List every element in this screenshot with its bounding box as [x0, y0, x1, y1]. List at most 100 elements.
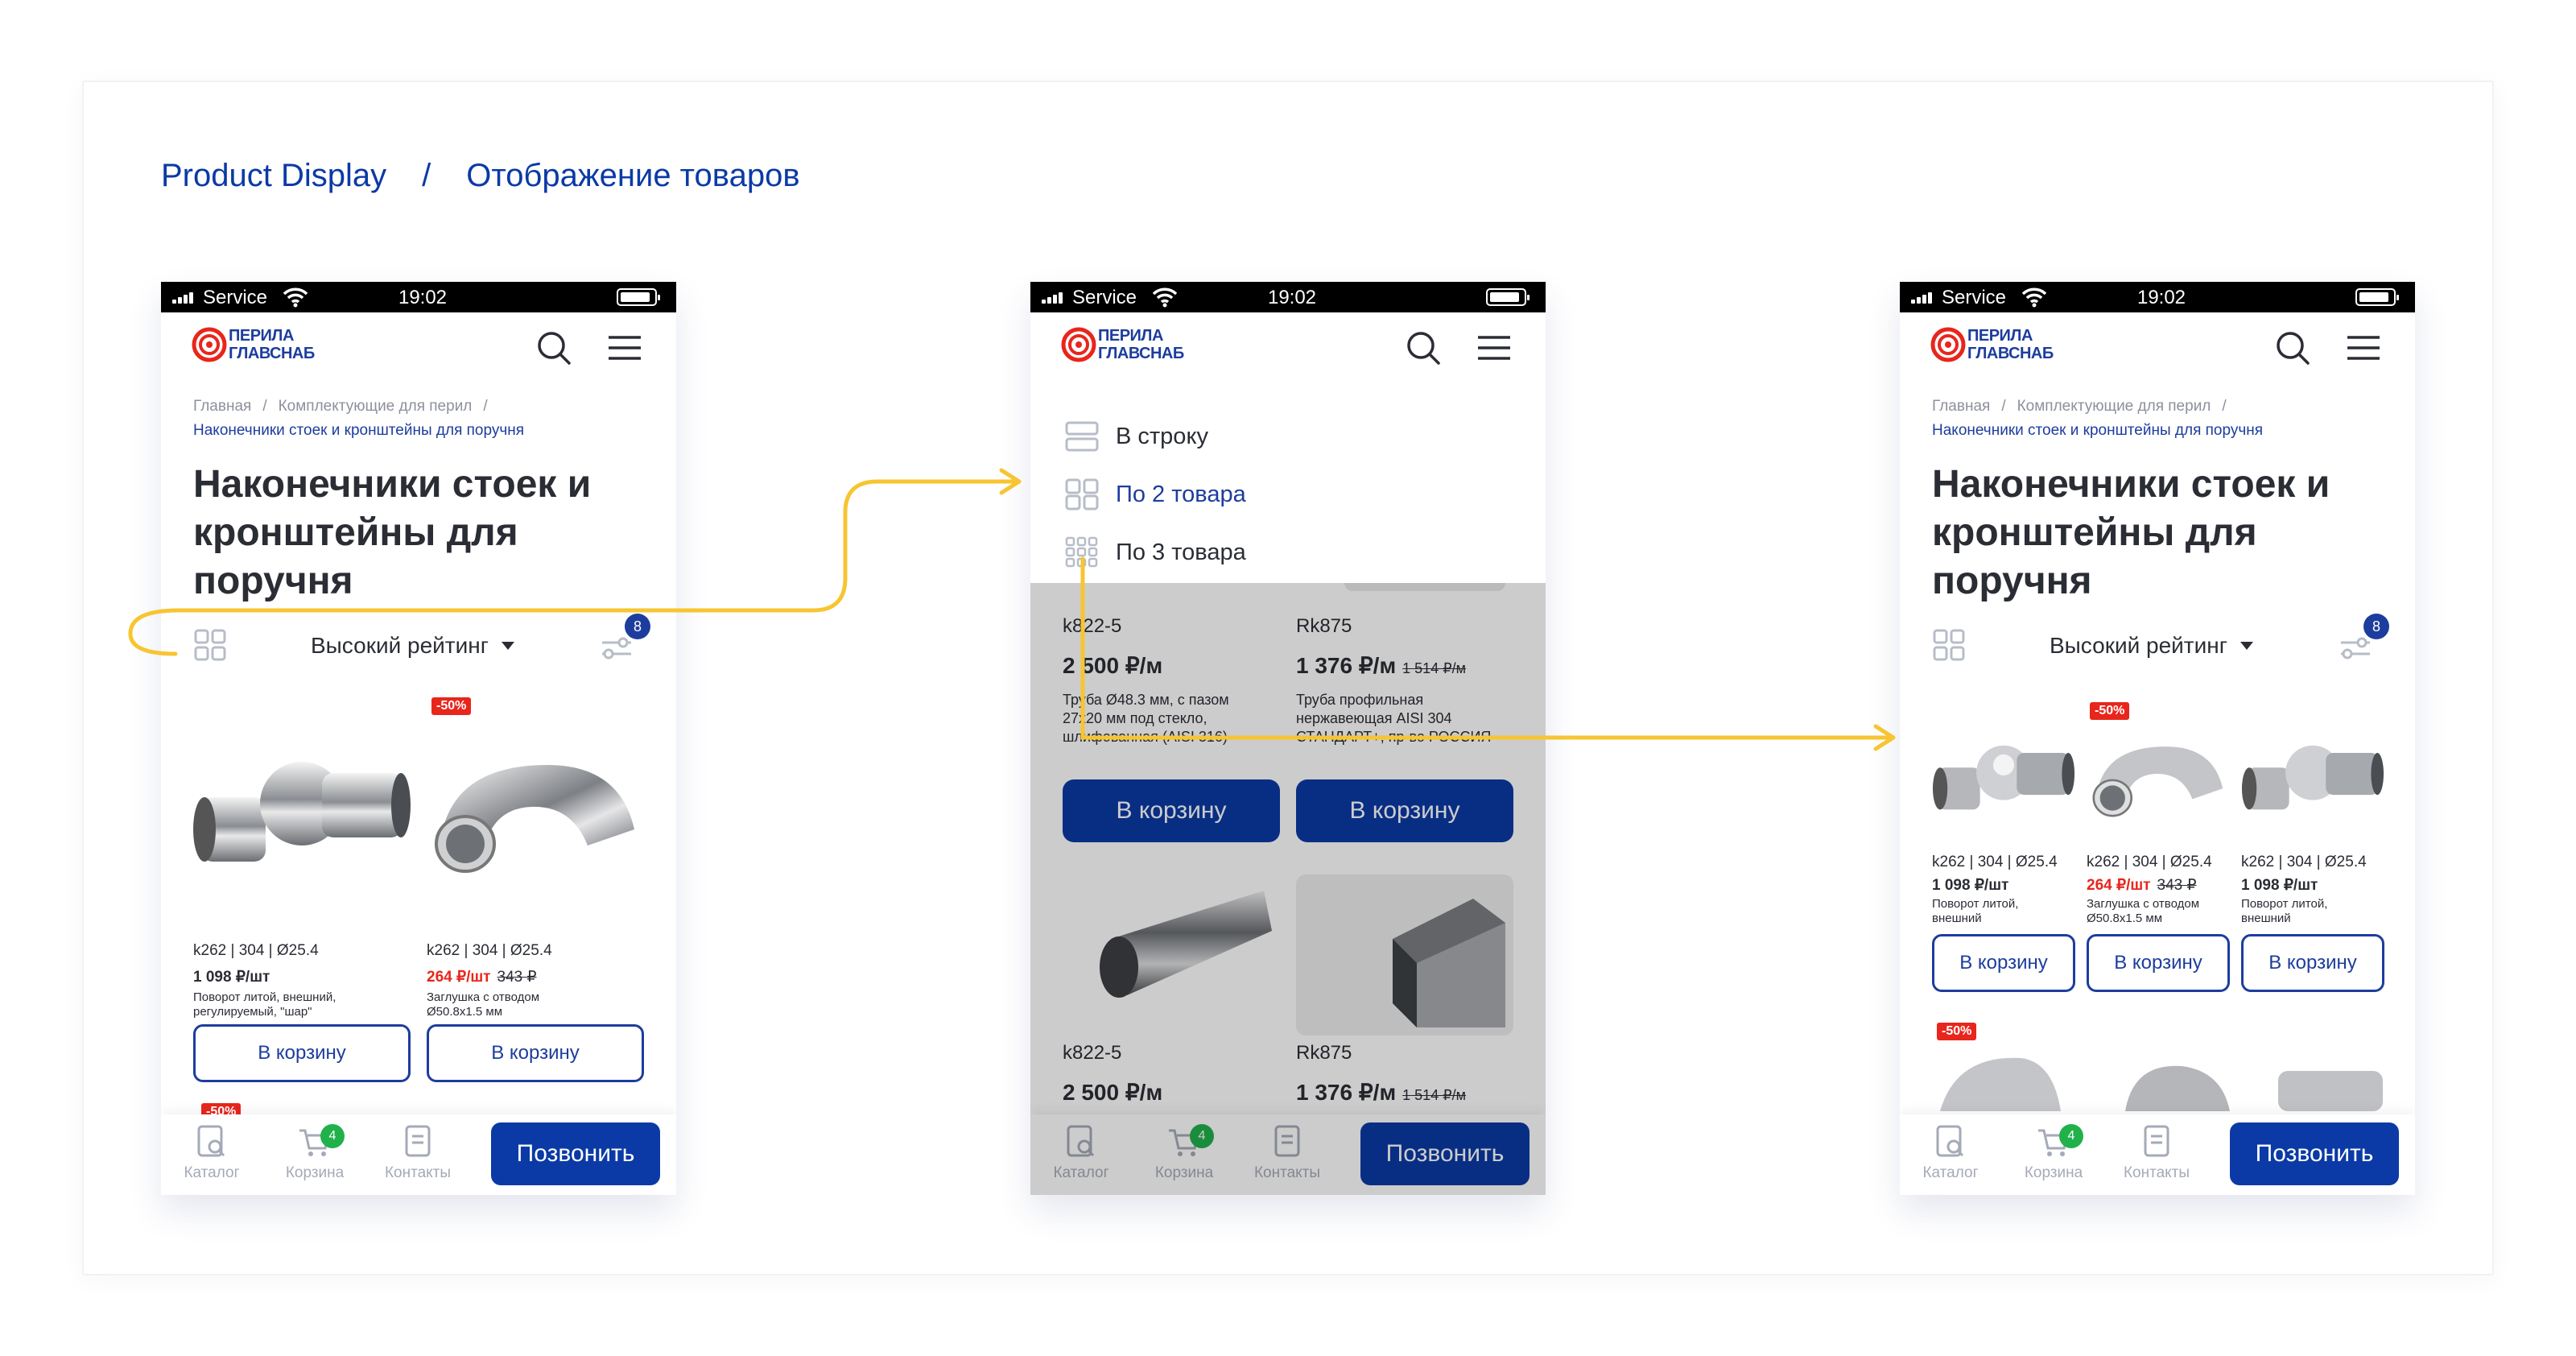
product-sku: k262 | 304 | Ø25.4: [2241, 854, 2367, 870]
product-description: Поворот литой, внешний, регулируемый, "ш…: [193, 990, 336, 1019]
product-description: Заглушка с отводом Ø50.8х1.5 мм: [427, 990, 540, 1019]
bottom-nav: Каталог Корзина 4 Контакты Позвонить: [1900, 1114, 2415, 1195]
search-icon[interactable]: [1404, 329, 1443, 367]
product-image: [1932, 745, 2075, 810]
logo-spiral-icon: [192, 327, 227, 362]
cart-count-badge: 4: [320, 1124, 345, 1148]
sort-dropdown[interactable]: Высокий рейтинг: [2050, 633, 2253, 659]
menu-icon[interactable]: [1475, 329, 1513, 367]
breadcrumb: Product Display / Отображение товаров: [161, 158, 800, 194]
product-card[interactable]: k262 | 304 | Ø25.4 1 098 ₽/шт Поворот ли…: [2241, 715, 2384, 992]
battery-icon: [617, 288, 660, 306]
add-to-cart-button[interactable]: В корзину: [193, 1024, 411, 1082]
logo-text: ГЛАВСНАБ: [1967, 345, 2054, 362]
nav-catalog[interactable]: Каталог: [1914, 1124, 1987, 1189]
product-card[interactable]: -50% k262 | 304 | Ø25.4 264 ₽/шт 343 ₽ За…: [427, 697, 644, 1082]
nav-catalog[interactable]: Каталог: [175, 1124, 248, 1189]
contacts-icon: [2144, 1125, 2169, 1157]
nav-label: Каталог: [1922, 1164, 1979, 1181]
product-description: Поворот литой, внешний: [2241, 897, 2328, 925]
nav-contacts[interactable]: Контакты: [2120, 1124, 2193, 1189]
breadcrumb-en[interactable]: Product Display: [161, 158, 386, 194]
call-button[interactable]: Позвонить: [491, 1122, 660, 1185]
product-image: [2092, 746, 2223, 817]
product-price: 1 098 ₽/шт: [193, 969, 270, 986]
status-bar: Service 19:02: [161, 282, 676, 312]
carrier-label: Service: [203, 287, 268, 308]
product-images-row: [1940, 1057, 2383, 1111]
product-sku: k262 | 304 | Ø25.4: [2087, 854, 2212, 870]
signal-icon: [1911, 292, 1932, 304]
logo[interactable]: ПЕРИЛА ГЛАВСНАБ: [1930, 324, 2054, 369]
view-option-label: По 3 товара: [1116, 540, 1246, 565]
carrier-label: Service: [1942, 287, 2007, 308]
add-to-cart-button[interactable]: В корзину: [2241, 934, 2384, 992]
wifi-icon: [283, 287, 308, 308]
bottom-nav: Каталог Корзина 4 Контакты Позвонить: [161, 1114, 676, 1195]
phone-screen-default: Service 19:02 ПЕРИЛА ГЛАВСНАБ Главная / Ко…: [161, 282, 676, 1195]
catalog-icon: [197, 1125, 225, 1157]
old-price: 343 ₽: [2157, 877, 2197, 894]
phone-screen-view-menu: Service 19:02 ПЕРИЛА ГЛАВСНАБ k822-5 2 5…: [1030, 282, 1546, 1195]
add-to-cart-button[interactable]: В корзину: [1932, 934, 2075, 992]
crumb-current: Наконечники стоек и кронштейны для поруч…: [193, 422, 525, 439]
sale-badge: -50%: [2090, 702, 2130, 720]
menu-icon[interactable]: [605, 329, 644, 367]
phone-screen-three-columns: Service 19:02 ПЕРИЛА ГЛАВСНАБ Главная / Ко…: [1900, 282, 2415, 1195]
view-option-label: В строку: [1116, 424, 1208, 449]
cart-count-badge: 4: [2059, 1124, 2083, 1148]
nav-contacts[interactable]: Контакты: [382, 1124, 454, 1189]
view-grid-icon[interactable]: [1932, 628, 1966, 662]
signal-icon: [1042, 292, 1063, 304]
list-toolbar: Высокий рейтинг 8: [161, 614, 676, 668]
nav-label: Контакты: [2123, 1164, 2190, 1181]
status-bar: Service 19:02: [1030, 282, 1546, 312]
breadcrumb-separator: /: [422, 158, 431, 193]
logo-text: ГЛАВСНАБ: [1098, 345, 1184, 362]
logo[interactable]: ПЕРИЛА ГЛАВСНАБ: [192, 324, 315, 369]
logo-spiral-icon: [1061, 327, 1096, 362]
product-card[interactable]: k262 | 304 | Ø25.4 1 098 ₽/шт Поворот ли…: [193, 709, 411, 1082]
crumb-sep: /: [483, 398, 488, 415]
product-description: Заглушка с отводом Ø50.8х1.5 мм: [2087, 897, 2200, 925]
page-breadcrumb: Главная / Комплектующие для перил /: [193, 398, 499, 415]
list-toolbar: Высокий рейтинг 8: [1900, 614, 2415, 668]
signal-icon: [172, 292, 193, 304]
search-icon[interactable]: [2273, 329, 2312, 367]
nav-label: Корзина: [285, 1164, 345, 1181]
nav-cart[interactable]: Корзина 4: [279, 1124, 351, 1189]
call-button[interactable]: Позвонить: [2230, 1122, 2399, 1185]
sort-label: Высокий рейтинг: [311, 633, 489, 658]
product-sku: k262 | 304 | Ø25.4: [1932, 854, 2058, 870]
add-to-cart-button[interactable]: В корзину: [2087, 934, 2230, 992]
logo-text: ПЕРИЛА: [1098, 327, 1163, 345]
crumb-section[interactable]: Комплектующие для перил: [2017, 398, 2211, 415]
view-row-icon: [1065, 421, 1099, 452]
add-to-cart-button[interactable]: В корзину: [427, 1024, 644, 1082]
crumb-home[interactable]: Главная: [193, 398, 251, 415]
clock: 19:02: [2136, 287, 2186, 308]
product-card[interactable]: -50% k262 | 304 | Ø25.4 264 ₽/шт 343 ₽ За…: [2087, 702, 2230, 992]
page-title: Наконечники стоек и кронштейны для поруч…: [193, 463, 592, 602]
product-sku: k262 | 304 | Ø25.4: [427, 942, 552, 959]
menu-icon[interactable]: [2344, 329, 2383, 367]
breadcrumb-ru[interactable]: Отображение товаров: [466, 158, 799, 194]
crumb-sep: /: [262, 398, 267, 415]
product-price: 1 098 ₽/шт: [2241, 877, 2318, 894]
dim-overlay[interactable]: [1030, 583, 1546, 1195]
battery-icon: [2355, 288, 2399, 306]
search-icon[interactable]: [535, 329, 573, 367]
logo[interactable]: ПЕРИЛА ГЛАВСНАБ: [1061, 324, 1184, 369]
crumb-home[interactable]: Главная: [1932, 398, 1990, 415]
sort-dropdown[interactable]: Высокий рейтинг: [311, 633, 514, 659]
product-card[interactable]: k262 | 304 | Ø25.4 1 098 ₽/шт Поворот ли…: [1932, 715, 2075, 992]
view-grid-icon[interactable]: [193, 628, 227, 662]
header: ПЕРИЛА ГЛАВСНАБ: [1030, 312, 1546, 377]
product-image: [193, 709, 411, 910]
catalog-icon: [1936, 1125, 1964, 1157]
nav-cart[interactable]: Корзина 4: [2017, 1124, 2090, 1189]
old-price: 343 ₽: [497, 969, 537, 986]
logo-text: ГЛАВСНАБ: [229, 345, 315, 362]
clock: 19:02: [1267, 287, 1317, 308]
crumb-section[interactable]: Комплектующие для перил: [279, 398, 473, 415]
